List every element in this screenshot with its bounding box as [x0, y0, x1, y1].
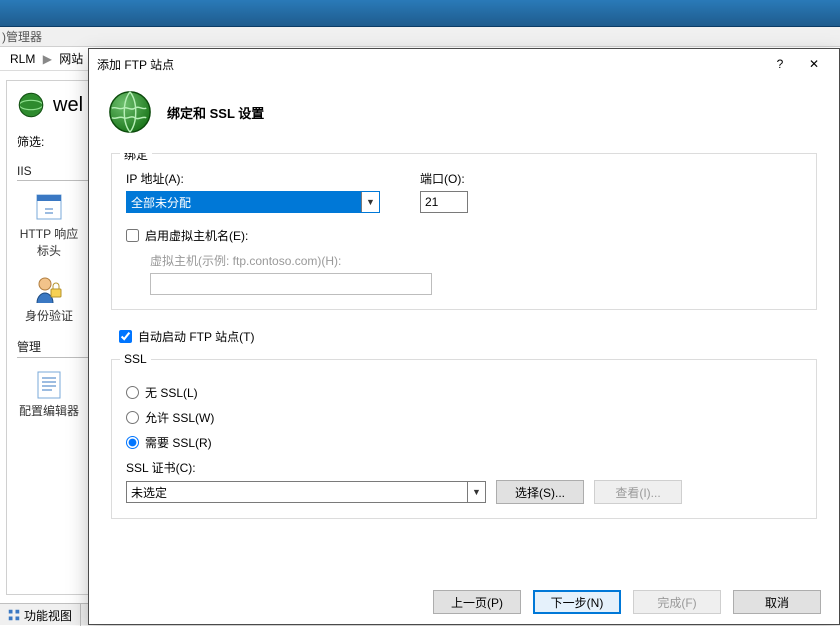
- ssl-none-radio[interactable]: 无 SSL(L): [126, 384, 802, 401]
- binding-legend: 绑定: [120, 153, 152, 163]
- ssl-cert-combo[interactable]: ▼: [126, 481, 486, 503]
- auth-icon: [33, 273, 65, 305]
- chevron-down-icon[interactable]: ▼: [361, 192, 379, 212]
- auto-start-checkbox[interactable]: 自动启动 FTP 站点(T): [119, 328, 817, 345]
- chevron-right-icon: ▶: [43, 52, 52, 66]
- dialog-title: 添加 FTP 站点: [97, 56, 763, 73]
- bg-window-titlebar: [0, 0, 840, 27]
- breadcrumb-seg-rlm[interactable]: RLM: [10, 52, 35, 66]
- close-button[interactable]: ✕: [797, 52, 831, 76]
- http-headers-icon: [33, 191, 65, 223]
- previous-button[interactable]: 上一页(P): [433, 590, 521, 614]
- ssl-allow-input[interactable]: [126, 411, 139, 424]
- add-ftp-site-dialog: 添加 FTP 站点 ? ✕ 绑定和 SSL 设置 绑定 IP 地址: [88, 48, 840, 625]
- auto-start-label: 自动启动 FTP 站点(T): [138, 328, 254, 345]
- chevron-down-icon[interactable]: ▼: [467, 482, 485, 502]
- virtual-host-input: [150, 273, 432, 295]
- ssl-none-label: 无 SSL(L): [145, 384, 198, 401]
- globe-icon: [17, 91, 45, 119]
- config-editor-icon: [33, 368, 65, 400]
- tab-features-view[interactable]: 功能视图: [0, 604, 81, 626]
- ssl-require-input[interactable]: [126, 436, 139, 449]
- ip-address-label: IP 地址(A):: [126, 170, 380, 187]
- enable-virtual-host-label: 启用虚拟主机名(E):: [145, 227, 248, 244]
- dialog-footer: 上一页(P) 下一步(N) 完成(F) 取消: [89, 580, 839, 624]
- finish-button: 完成(F): [633, 590, 721, 614]
- ip-address-input[interactable]: [127, 192, 361, 212]
- grid-icon: [8, 609, 20, 621]
- ssl-require-radio[interactable]: 需要 SSL(R): [126, 434, 802, 451]
- port-input[interactable]: [420, 191, 468, 213]
- ssl-cert-input[interactable]: [127, 482, 467, 502]
- ssl-allow-label: 允许 SSL(W): [145, 409, 214, 426]
- ip-address-combo[interactable]: ▼: [126, 191, 380, 213]
- auto-start-input[interactable]: [119, 330, 132, 343]
- ssl-none-input[interactable]: [126, 386, 139, 399]
- next-button[interactable]: 下一步(N): [533, 590, 621, 614]
- ssl-allow-radio[interactable]: 允许 SSL(W): [126, 409, 802, 426]
- feature-http-response-headers[interactable]: HTTP 响应标头: [17, 191, 81, 259]
- cancel-button[interactable]: 取消: [733, 590, 821, 614]
- enable-virtual-host-checkbox[interactable]: 启用虚拟主机名(E):: [126, 227, 802, 244]
- page-title: wel: [53, 94, 83, 117]
- ssl-group: SSL 无 SSL(L) 允许 SSL(W) 需要 SSL(R) SSL 证书(…: [111, 359, 817, 519]
- enable-virtual-host-input[interactable]: [126, 229, 139, 242]
- ssl-view-button: 查看(I)...: [594, 480, 682, 504]
- globe-icon: [107, 89, 153, 135]
- help-button[interactable]: ?: [763, 52, 797, 76]
- ssl-legend: SSL: [120, 352, 151, 366]
- feature-authentication[interactable]: 身份验证: [17, 273, 81, 324]
- dialog-step-title: 绑定和 SSL 设置: [167, 103, 264, 122]
- breadcrumb-seg-sites[interactable]: 网站: [59, 52, 83, 66]
- feature-config-editor[interactable]: 配置编辑器: [17, 368, 81, 419]
- virtual-host-label: 虚拟主机(示例: ftp.contoso.com)(H):: [150, 252, 802, 269]
- ssl-select-button[interactable]: 选择(S)...: [496, 480, 584, 504]
- ssl-require-label: 需要 SSL(R): [145, 434, 212, 451]
- binding-group: 绑定 IP 地址(A): ▼ 端口(O): 启用虚拟主机名(E):: [111, 153, 817, 310]
- bg-app-label: )管理器: [0, 27, 840, 47]
- ssl-cert-label: SSL 证书(C):: [126, 459, 802, 476]
- port-label: 端口(O):: [420, 170, 468, 187]
